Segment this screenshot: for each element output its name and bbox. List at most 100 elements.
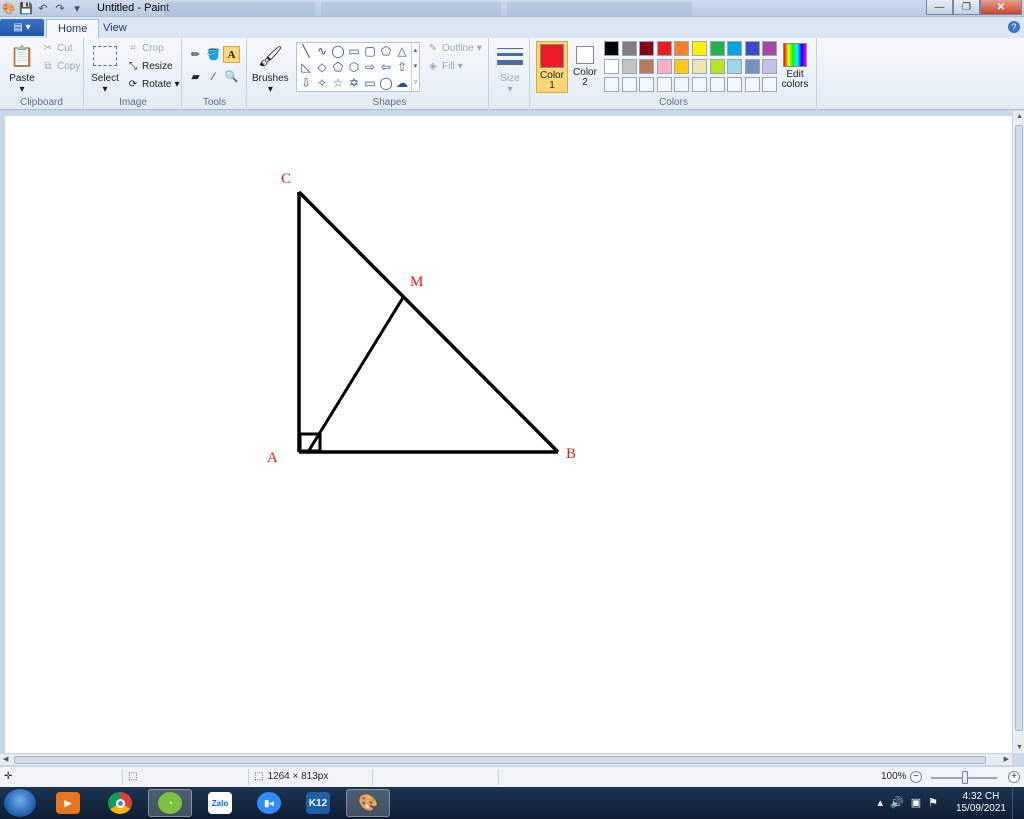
color1-button[interactable]: Color 1: [536, 41, 568, 93]
close-button[interactable]: ✕: [980, 0, 1022, 15]
palette-swatch[interactable]: [727, 59, 743, 74]
right-triangle-shape-icon[interactable]: ◺: [298, 59, 314, 75]
crop-button[interactable]: ⌗ Crop: [127, 42, 164, 54]
scroll-left-icon[interactable]: ◀: [3, 755, 8, 763]
palette-swatch[interactable]: [656, 59, 672, 74]
rectangle-shape-icon[interactable]: ▭: [346, 43, 362, 59]
five-point-star-shape-icon[interactable]: ☆: [330, 75, 346, 91]
paste-button[interactable]: 📋 Paste ▾: [8, 41, 36, 96]
color-picker-icon[interactable]: ⁄: [205, 68, 222, 85]
scroll-down-icon[interactable]: ▼: [1016, 744, 1023, 751]
clock[interactable]: 4:32 CH 15/09/2021: [956, 791, 1006, 815]
edit-colors-button[interactable]: Edit colors: [778, 41, 812, 93]
horizontal-scrollbar[interactable]: ◀ ▶: [0, 753, 1012, 765]
palette-swatch[interactable]: [692, 59, 707, 74]
start-button[interactable]: [4, 789, 36, 817]
pentagon-shape-icon[interactable]: ⬠: [330, 59, 346, 75]
taskbar-paint[interactable]: 🎨: [346, 789, 390, 817]
undo-icon[interactable]: ↶: [36, 1, 50, 15]
taskbar-chrome[interactable]: [98, 789, 142, 817]
palette-swatch[interactable]: [639, 59, 655, 74]
network-icon[interactable]: ▣: [911, 796, 921, 809]
palette-swatch[interactable]: [709, 59, 725, 74]
taskbar-media-player[interactable]: ▶: [46, 789, 90, 817]
polygon-shape-icon[interactable]: ⬠: [378, 43, 394, 59]
palette-swatch[interactable]: [656, 41, 672, 56]
custom-color-slot[interactable]: [762, 77, 778, 92]
drawing-canvas[interactable]: C M A B: [5, 116, 1012, 753]
rounded-rectangle-shape-icon[interactable]: ▢: [362, 43, 378, 59]
up-arrow-shape-icon[interactable]: ⇧: [394, 59, 410, 75]
palette-swatch[interactable]: [604, 41, 619, 56]
custom-color-slot[interactable]: [709, 77, 725, 92]
down-arrow-shape-icon[interactable]: ⇩: [298, 75, 314, 91]
tray-expand-icon[interactable]: ▴: [877, 796, 883, 809]
palette-swatch[interactable]: [639, 41, 655, 56]
palette-swatch[interactable]: [744, 41, 760, 56]
color2-button[interactable]: Color 2: [569, 41, 601, 93]
shapes-scroll[interactable]: ▴ ▾ ▿: [411, 43, 419, 91]
line-shape-icon[interactable]: ╲: [298, 43, 314, 59]
custom-color-slot[interactable]: [692, 77, 707, 92]
custom-color-slot[interactable]: [727, 77, 743, 92]
palette-swatch[interactable]: [692, 41, 707, 56]
tab-view[interactable]: View: [92, 19, 138, 38]
eraser-icon[interactable]: ▰: [187, 68, 204, 85]
help-icon[interactable]: ?: [1008, 21, 1020, 33]
palette-swatch[interactable]: [762, 41, 778, 56]
curve-shape-icon[interactable]: ∿: [314, 43, 330, 59]
triangle-shape-icon[interactable]: △: [394, 43, 410, 59]
zoom-slider-thumb[interactable]: [962, 771, 968, 784]
maximize-button[interactable]: ❐: [953, 0, 980, 15]
custom-color-slot[interactable]: [656, 77, 672, 92]
hexagon-shape-icon[interactable]: ⬡: [346, 59, 362, 75]
four-point-star-shape-icon[interactable]: ✧: [314, 75, 330, 91]
zoom-out-button[interactable]: −: [910, 771, 922, 783]
scroll-right-icon[interactable]: ▶: [1004, 755, 1009, 763]
custom-color-slot[interactable]: [639, 77, 655, 92]
pencil-icon[interactable]: ✏: [187, 46, 204, 63]
size-button[interactable]: Size ▾: [496, 41, 524, 95]
show-desktop-button[interactable]: [1012, 787, 1024, 819]
fill-button[interactable]: ◈ Fill ▾: [427, 60, 463, 72]
redo-icon[interactable]: ↷: [53, 1, 67, 15]
taskbar-greenshot[interactable]: ◔: [148, 789, 192, 817]
rounded-callout-shape-icon[interactable]: ▭: [362, 75, 378, 91]
text-tool-icon[interactable]: A: [223, 46, 240, 63]
palette-swatch[interactable]: [762, 59, 778, 74]
diamond-shape-icon[interactable]: ◇: [314, 59, 330, 75]
magnifier-icon[interactable]: 🔍: [223, 68, 240, 85]
zoom-in-button[interactable]: +: [1008, 771, 1020, 783]
custom-color-slot[interactable]: [604, 77, 619, 92]
custom-color-slot[interactable]: [621, 77, 637, 92]
action-center-flag-icon[interactable]: ⚑: [928, 796, 938, 809]
six-point-star-shape-icon[interactable]: ✡: [346, 75, 362, 91]
palette-swatch[interactable]: [744, 59, 760, 74]
palette-swatch[interactable]: [621, 59, 637, 74]
customize-qat-icon[interactable]: ▾: [70, 1, 84, 15]
left-arrow-shape-icon[interactable]: ⇦: [378, 59, 394, 75]
palette-swatch[interactable]: [674, 41, 690, 56]
copy-button[interactable]: ⧉ Copy: [42, 60, 80, 72]
resize-button[interactable]: ⤡ Resize: [127, 60, 173, 72]
fill-bucket-icon[interactable]: 🪣: [205, 46, 222, 63]
scroll-up-icon[interactable]: ▲: [1016, 113, 1023, 120]
file-menu-button[interactable]: ▤ ▾: [0, 19, 44, 36]
rotate-button[interactable]: ⟳ Rotate ▾: [127, 78, 180, 90]
vertical-scrollbar[interactable]: ▲ ▼: [1012, 111, 1024, 753]
cut-button[interactable]: ✂ Cut: [42, 42, 73, 54]
oval-callout-shape-icon[interactable]: ◯: [378, 75, 394, 91]
taskbar-zalo[interactable]: Zalo: [198, 789, 242, 817]
minimize-button[interactable]: —: [926, 0, 953, 15]
custom-color-slot[interactable]: [744, 77, 760, 92]
volume-icon[interactable]: 🔊: [890, 796, 904, 809]
right-arrow-shape-icon[interactable]: ⇨: [362, 59, 378, 75]
custom-color-slot[interactable]: [674, 77, 690, 92]
palette-swatch[interactable]: [727, 41, 743, 56]
palette-swatch[interactable]: [709, 41, 725, 56]
paint-app-icon[interactable]: 🎨: [2, 1, 16, 15]
cloud-callout-shape-icon[interactable]: ☁: [394, 75, 410, 91]
palette-swatch[interactable]: [621, 41, 637, 56]
oval-shape-icon[interactable]: ◯: [330, 43, 346, 59]
vertical-scroll-thumb[interactable]: [1015, 125, 1023, 731]
